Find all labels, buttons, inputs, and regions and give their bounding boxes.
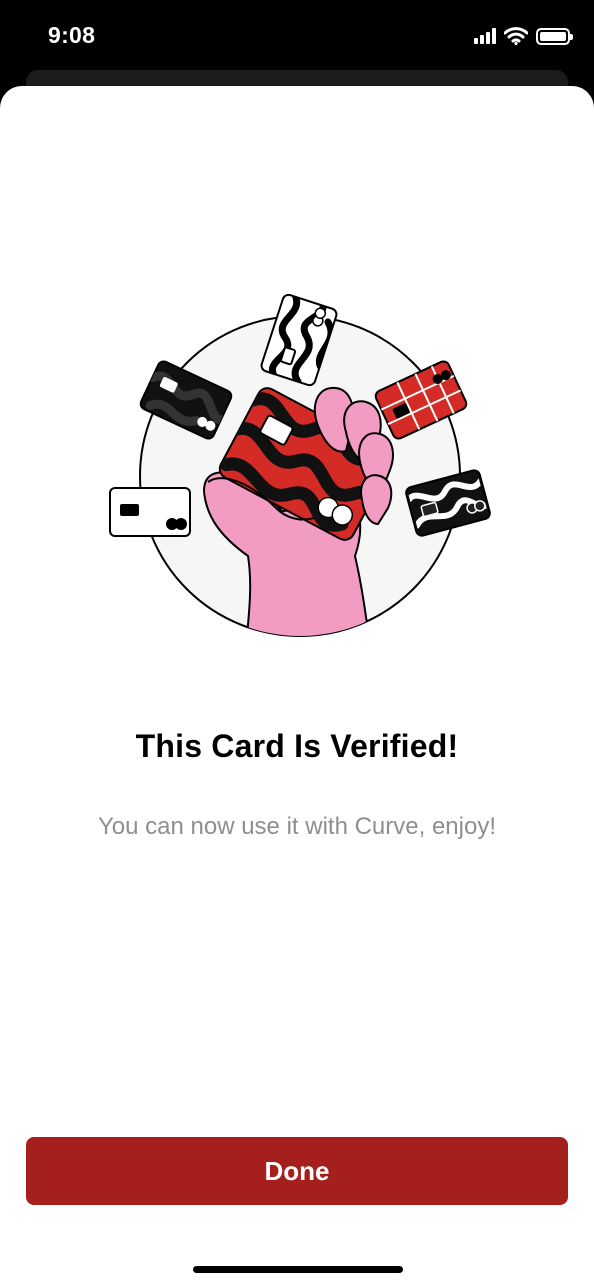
page-subtitle: You can now use it with Curve, enjoy!	[97, 813, 496, 840]
signal-icon	[474, 28, 496, 44]
status-icons	[474, 24, 573, 48]
battery-icon	[536, 27, 573, 45]
verification-sheet: This Card Is Verified! You can now use i…	[0, 86, 594, 1286]
done-button[interactable]: Done	[26, 1137, 568, 1205]
card-white-icon	[109, 487, 191, 537]
status-bar: 9:08	[0, 0, 594, 72]
screen: 9:08 This Card Is Verified! You can now …	[0, 0, 594, 1286]
wifi-icon	[504, 27, 528, 45]
home-indicator[interactable]	[193, 1266, 403, 1273]
page-title: This Card Is Verified!	[135, 728, 459, 764]
hand-holding-cards-illustration	[109, 293, 491, 637]
status-time: 9:08	[48, 22, 96, 48]
